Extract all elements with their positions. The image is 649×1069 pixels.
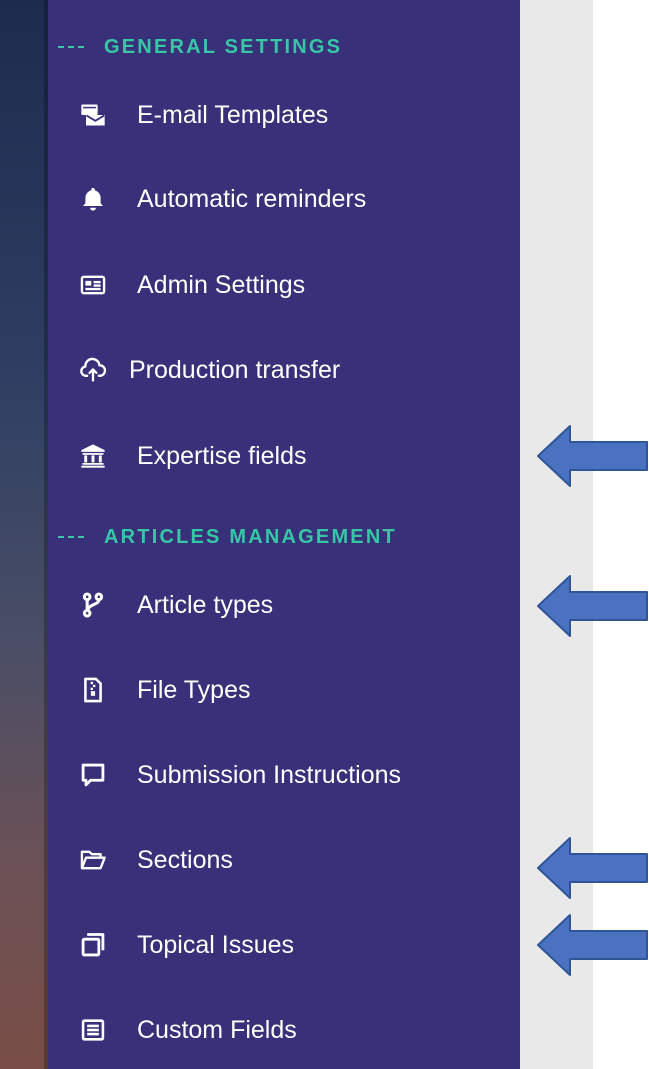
file-zip-icon (76, 673, 110, 707)
sidebar-item-label: Automatic reminders (137, 184, 367, 213)
sidebar-item-production-transfer[interactable]: Production transfer (76, 350, 340, 390)
sidebar-item-label: Expertise fields (137, 441, 307, 470)
heading-dash (58, 536, 84, 538)
heading-dash (58, 46, 84, 48)
id-card-icon (76, 268, 110, 302)
sidebar-item-automatic-reminders[interactable]: Automatic reminders (76, 179, 366, 219)
annotation-arrow-topical-issues (537, 914, 648, 976)
chat-bubble-icon (76, 758, 110, 792)
sidebar-item-label: Production transfer (129, 355, 341, 384)
sidebar-item-label: File Types (137, 675, 251, 704)
cloud-upload-icon (76, 353, 110, 387)
sidebar-item-label: Custom Fields (137, 1015, 297, 1044)
sidebar-item-label: Submission Instructions (137, 760, 402, 789)
sidebar-item-submission-instructions[interactable]: Submission Instructions (76, 755, 401, 795)
sidebar-item-expertise-fields[interactable]: Expertise fields (76, 436, 307, 476)
sidebar-item-custom-fields[interactable]: Custom Fields (76, 1010, 297, 1050)
branch-icon (76, 588, 110, 622)
sidebar-item-article-types[interactable]: Article types (76, 585, 273, 625)
section-heading-label: GENERAL SETTINGS (104, 35, 343, 58)
sidebar-item-sections[interactable]: Sections (76, 840, 233, 880)
sidebar-item-label: E-mail Templates (137, 100, 329, 129)
sidebar-item-label: Topical Issues (137, 930, 295, 959)
annotation-arrow-article-types (537, 575, 648, 637)
sidebar-item-label: Admin Settings (137, 270, 306, 299)
sidebar-item-label: Article types (137, 590, 274, 619)
annotation-arrow-sections (537, 837, 648, 899)
section-heading-general-settings: GENERAL SETTINGS (58, 34, 342, 60)
background-strip (0, 0, 48, 1069)
sidebar-item-email-templates[interactable]: E-mail Templates (76, 95, 328, 135)
section-heading-label: ARTICLES MANAGEMENT (104, 525, 397, 548)
annotation-arrow-expertise-fields (537, 425, 648, 487)
institution-icon (76, 439, 110, 473)
sidebar-item-topical-issues[interactable]: Topical Issues (76, 925, 294, 965)
page-gutter (520, 0, 593, 1069)
email-templates-icon (76, 98, 110, 132)
copy-icon (76, 928, 110, 962)
sidebar-item-label: Sections (137, 845, 233, 874)
folder-open-icon (76, 843, 110, 877)
bell-icon (76, 182, 110, 216)
screenshot-stage: GENERAL SETTINGS E-mail Templates Automa… (0, 0, 649, 1069)
sidebar-item-admin-settings[interactable]: Admin Settings (76, 265, 305, 305)
list-icon (76, 1013, 110, 1047)
sidebar-item-file-types[interactable]: File Types (76, 670, 250, 710)
section-heading-articles-management: ARTICLES MANAGEMENT (58, 524, 397, 550)
